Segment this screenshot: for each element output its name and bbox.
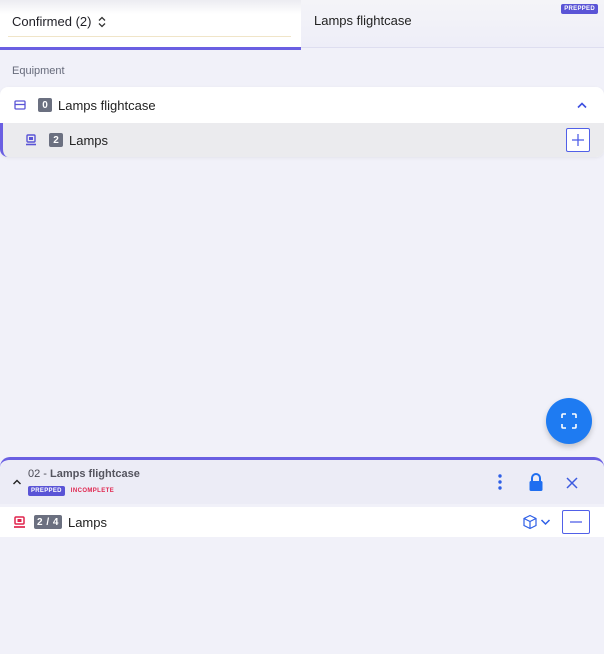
group-row[interactable]: 0 Lamps flightcase [0,87,604,123]
case-panel-title: 02 - Lamps flightcase [28,468,140,480]
remove-item-button[interactable] [562,510,590,534]
caret-up-icon[interactable] [12,478,22,486]
case-panel-title-prefix: 02 - [28,468,51,480]
selector-underline [8,36,291,37]
box-dropdown[interactable] [522,514,551,530]
item-count-badge: 2 [49,133,63,147]
case-panel-header[interactable]: 02 - Lamps flightcase PREPPED INCOMPLETE [0,460,604,504]
prepped-badge: PREPPED [28,486,65,496]
kebab-icon[interactable] [497,473,503,491]
tab-confirmed[interactable]: Confirmed (2) [0,0,301,50]
status-selector[interactable]: Confirmed (2) [12,14,107,29]
chevron-up-icon[interactable] [576,101,588,109]
case-panel: 02 - Lamps flightcase PREPPED INCOMPLETE… [0,457,604,654]
status-selector-label: Confirmed (2) [12,14,92,29]
case-tab-title: Lamps flightcase [314,13,412,28]
group-label: Lamps flightcase [58,97,156,113]
case-icon [14,100,26,110]
minus-icon [570,521,582,523]
lock-icon[interactable] [528,472,544,492]
sort-icon [99,16,106,27]
case-panel-title-name: Lamps flightcase [50,468,140,480]
scan-icon [561,413,577,429]
box-icon [523,514,537,530]
equipment-card: 0 Lamps flightcase 2 Lamps [0,87,604,157]
add-item-button[interactable] [566,128,590,152]
table-row[interactable]: 2 / 4 Lamps [0,507,604,537]
list-item[interactable]: 2 Lamps [0,123,604,157]
scan-button[interactable] [546,398,592,444]
plus-icon [572,134,584,146]
group-count-badge: 0 [38,98,52,112]
item-label: Lamps [69,132,109,148]
case-panel-badges: PREPPED INCOMPLETE [28,486,114,496]
tab-case[interactable]: Lamps flightcase PREPPED [301,0,604,48]
device-icon [26,134,36,146]
chevron-down-icon [540,519,551,526]
device-icon [14,515,25,528]
line-label: Lamps [67,514,107,530]
close-icon[interactable] [565,476,579,490]
incomplete-badge: INCOMPLETE [70,488,115,494]
line-count-badge: 2 / 4 [34,515,62,529]
prepped-badge: PREPPED [561,4,598,14]
section-label-equipment: Equipment [12,65,65,77]
tab-bar: Confirmed (2) Lamps flightcase PREPPED [0,0,604,50]
